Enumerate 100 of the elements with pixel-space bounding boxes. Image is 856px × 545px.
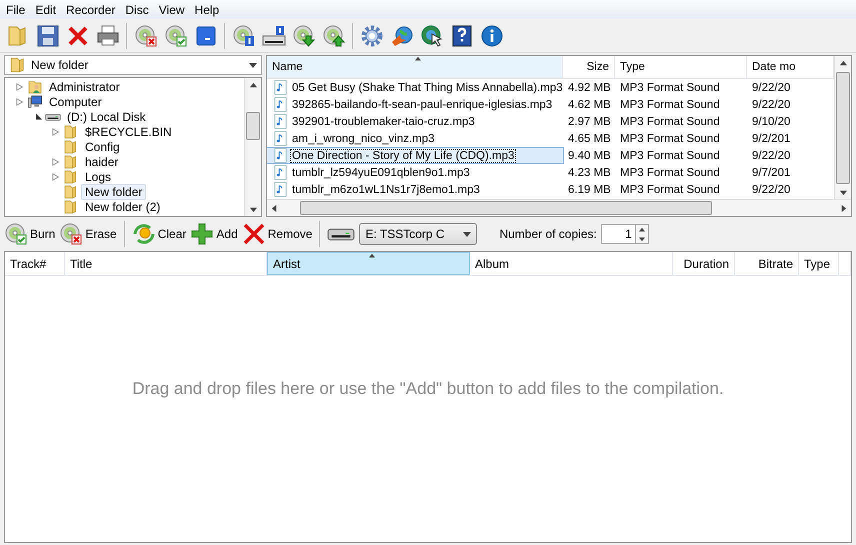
column-header[interactable]: Track# <box>5 252 65 275</box>
computer-icon <box>27 94 43 110</box>
file-size: 4.92 MB <box>567 82 612 94</box>
column-header[interactable]: Name <box>267 56 563 78</box>
tree-item[interactable]: Administrator <box>45 78 124 94</box>
file-date: 9/2/201 <box>751 132 792 144</box>
music-file-icon <box>273 114 288 129</box>
file-name[interactable]: One Direction - Story of My Life (CDQ).mp3 <box>290 148 516 162</box>
tree-item[interactable]: New folder (2) <box>81 198 164 214</box>
music-file-icon <box>273 148 288 163</box>
file-type: MP3 Format Sound <box>619 166 721 178</box>
collapse-arrow-icon[interactable] <box>34 113 42 120</box>
file-size: 4.23 MB <box>567 166 612 178</box>
file-size: 4.62 MB <box>567 98 612 110</box>
file-name[interactable]: 05 Get Busy (Shake That Thing Miss Annabella).mp3 <box>290 80 565 94</box>
tree-item[interactable]: $RECYCLE.BIN <box>81 124 176 140</box>
remove-button[interactable]: Remove <box>242 222 312 246</box>
scroll-up-icon[interactable] <box>250 82 256 88</box>
spinner-buttons[interactable] <box>634 224 649 244</box>
spin-down-icon[interactable] <box>638 236 645 242</box>
folder-icon <box>63 198 79 214</box>
music-file-icon <box>273 80 288 95</box>
dropdown-arrow-icon <box>249 61 257 69</box>
dropdown-arrow-icon <box>463 230 472 238</box>
file-date: 9/22/20 <box>751 184 792 196</box>
file-date: 9/22/20 <box>751 82 792 94</box>
tree-item[interactable]: (D:) Local Disk <box>63 108 150 124</box>
file-name[interactable]: tumblr_lz594yuE091qblen9o1.mp3 <box>290 166 472 180</box>
horizontal-scrollbar[interactable] <box>267 199 851 216</box>
file-date: 9/7/201 <box>751 166 792 178</box>
file-size: 6.19 MB <box>567 184 612 196</box>
tree-item[interactable]: haider <box>81 154 122 170</box>
column-header[interactable]: Size <box>563 56 615 78</box>
file-size: 2.97 MB <box>567 116 612 128</box>
file-type: MP3 Format Sound <box>619 98 721 110</box>
scroll-right-icon[interactable] <box>840 204 847 212</box>
file-size: 9.40 MB <box>567 150 612 162</box>
scroll-down-icon[interactable] <box>840 188 846 196</box>
file-type: MP3 Format Sound <box>619 132 721 144</box>
menu-item[interactable]: Recorder <box>62 2 122 16</box>
tree-item[interactable]: Logs <box>81 168 116 184</box>
file-date: 9/10/20 <box>751 116 792 128</box>
file-name[interactable]: 392865-bailando-ft-sean-paul-enrique-iglesias.mp3 <box>290 98 554 112</box>
menu-item[interactable]: Edit <box>31 2 62 16</box>
scroll-down-icon[interactable] <box>250 206 256 212</box>
file-name[interactable]: am_i_wrong_nico_vinz.mp3 <box>290 132 437 146</box>
empty-message: Drag and drop files here or use the "Add" button to add files to the compilation. <box>132 379 724 399</box>
column-header[interactable]: Artist <box>267 252 470 275</box>
file-type: MP3 Format Sound <box>619 150 721 162</box>
sort-arrow-icon <box>368 253 374 259</box>
file-name[interactable]: tumblr_m6zo1wL1Ns1r7j8emo1.mp3 <box>290 182 482 196</box>
folder-icon <box>63 168 79 184</box>
folder-icon <box>63 184 79 200</box>
folder-dropdown[interactable]: New folder <box>4 55 262 75</box>
column-header[interactable]: Type <box>799 252 839 275</box>
column-header[interactable]: Type <box>615 56 747 78</box>
copies-field[interactable]: 1 <box>600 224 635 244</box>
scrollbar[interactable] <box>834 56 851 199</box>
file-type: MP3 Format Sound <box>619 184 721 196</box>
file-type: MP3 Format Sound <box>619 82 721 94</box>
file-date: 9/22/20 <box>751 150 792 162</box>
scroll-thumb[interactable] <box>300 201 712 215</box>
column-header[interactable]: Album <box>470 252 673 275</box>
menu-item[interactable]: View <box>154 2 191 16</box>
drive-dropdown[interactable]: E: TSSTcorp C <box>359 223 478 245</box>
tree-item[interactable]: Computer <box>45 94 106 110</box>
erase-button[interactable]: Erase <box>59 222 117 246</box>
column-header[interactable]: Duration <box>673 252 735 275</box>
file-type: MP3 Format Sound <box>619 116 721 128</box>
expand-arrow-icon[interactable] <box>52 128 60 136</box>
folder-icon <box>63 124 79 140</box>
music-file-icon <box>273 165 288 180</box>
menu-item[interactable]: Disc <box>121 2 155 16</box>
disc-check-icon <box>4 222 28 246</box>
music-file-icon <box>273 131 288 146</box>
music-file-icon <box>273 97 288 112</box>
sort-arrow-icon <box>414 56 420 62</box>
copies-label: Number of copies: <box>499 227 597 241</box>
folder-icon <box>63 154 79 170</box>
disc-cross-icon <box>59 222 84 246</box>
menu-item[interactable]: Help <box>190 2 226 16</box>
file-name[interactable]: 392901-troublemaker-taio-cruz.mp3 <box>290 114 477 128</box>
clear-button[interactable]: Clear <box>132 222 186 246</box>
scroll-thumb[interactable] <box>836 72 850 184</box>
menu-item[interactable]: File <box>2 2 32 16</box>
scrollbar[interactable] <box>244 78 261 216</box>
scroll-up-icon[interactable] <box>840 60 846 66</box>
tree-item[interactable]: Config <box>81 138 124 154</box>
plus-icon <box>190 222 214 246</box>
column-header[interactable]: Bitrate <box>735 252 799 275</box>
file-date: 9/22/20 <box>751 98 792 110</box>
music-file-icon <box>273 182 288 197</box>
file-size: 4.65 MB <box>567 132 612 144</box>
scroll-thumb[interactable] <box>246 112 260 140</box>
scroll-left-icon[interactable] <box>271 204 278 212</box>
spin-up-icon[interactable] <box>638 226 645 232</box>
tree-item[interactable]: New folder <box>81 184 146 200</box>
add-button[interactable]: Add <box>190 222 238 246</box>
burn-button[interactable]: Burn <box>4 222 56 246</box>
user-folder-icon <box>27 78 43 94</box>
